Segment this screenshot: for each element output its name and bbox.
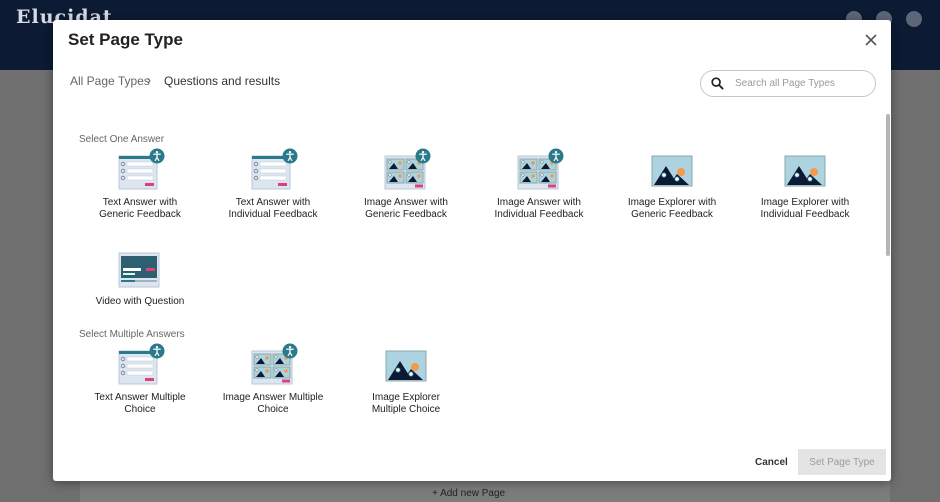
image-answer-thumbnail-icon xyxy=(514,148,564,192)
card-label: Individual Feedback xyxy=(228,209,318,220)
card-label: Video with Question xyxy=(95,296,185,307)
page-type-card[interactable]: Image Explorer with Generic Feedback xyxy=(605,148,739,221)
card-label: Text Answer Multiple xyxy=(94,392,186,403)
page-type-card[interactable]: Text Answer with Generic Feedback xyxy=(73,148,207,221)
close-icon[interactable] xyxy=(863,32,879,48)
card-label: Text Answer with xyxy=(235,197,311,208)
page-type-card[interactable]: Image Explorer with Individual Feedback xyxy=(738,148,872,221)
page-type-card[interactable]: Image Answer Multiple Choice xyxy=(206,343,340,416)
text-answer-thumbnail-icon xyxy=(248,148,298,192)
card-label: Individual Feedback xyxy=(494,209,584,220)
page-type-card[interactable]: Video with Question xyxy=(73,247,207,308)
set-page-type-button[interactable]: Set Page Type xyxy=(798,449,886,475)
add-new-page-link[interactable]: + Add new Page xyxy=(432,488,505,499)
image-answer-thumbnail-icon xyxy=(248,343,298,387)
user-account-icon[interactable] xyxy=(906,11,922,27)
card-label: Text Answer with xyxy=(102,197,178,208)
image-explorer-thumbnail-icon xyxy=(780,148,830,192)
breadcrumb-current: Questions and results xyxy=(164,74,281,88)
page-type-card[interactable]: Image Answer with Individual Feedback xyxy=(472,148,606,221)
card-label: Image Answer Multiple xyxy=(222,392,324,403)
breadcrumb-all-page-types[interactable]: All Page Types xyxy=(70,74,150,88)
search-box xyxy=(700,70,876,97)
page-type-card[interactable]: Image Answer with Generic Feedback xyxy=(339,148,473,221)
set-page-type-dialog: Set Page Type All Page Types › Questions… xyxy=(53,20,891,481)
card-label: Multiple Choice xyxy=(371,404,441,415)
image-explorer-thumbnail-icon xyxy=(381,343,431,387)
page-type-card[interactable]: Text Answer Multiple Choice xyxy=(73,343,207,416)
section-heading-multiple: Select Multiple Answers xyxy=(79,329,185,340)
card-label: Generic Feedback xyxy=(631,209,713,220)
breadcrumb-chevron-icon: › xyxy=(147,73,151,87)
card-label: Choice xyxy=(257,404,289,415)
card-label: Image Answer with xyxy=(497,197,581,208)
section-heading-single: Select One Answer xyxy=(79,134,165,145)
card-label: Generic Feedback xyxy=(365,209,447,220)
cancel-button[interactable]: Cancel xyxy=(755,457,788,468)
text-answer-thumbnail-icon xyxy=(115,148,165,192)
image-answer-thumbnail-icon xyxy=(381,148,431,192)
dialog-title: Set Page Type xyxy=(68,30,183,49)
card-label: Image Explorer with xyxy=(627,197,717,208)
card-label: Image Explorer with xyxy=(760,197,850,208)
card-label: Generic Feedback xyxy=(99,209,181,220)
image-explorer-thumbnail-icon xyxy=(647,148,697,192)
search-input[interactable] xyxy=(735,75,869,91)
card-label: Image Answer with xyxy=(364,197,448,208)
card-label: Individual Feedback xyxy=(760,209,850,220)
search-icon xyxy=(711,77,724,90)
video-question-thumbnail-icon xyxy=(115,247,165,291)
scrollbar-thumb[interactable] xyxy=(886,114,890,256)
card-label: Image Explorer xyxy=(372,392,440,403)
page-type-card[interactable]: Text Answer with Individual Feedback xyxy=(206,148,340,221)
text-answer-thumbnail-icon xyxy=(115,343,165,387)
card-label: Choice xyxy=(124,404,156,415)
page-type-card[interactable]: Image Explorer Multiple Choice xyxy=(339,343,473,416)
